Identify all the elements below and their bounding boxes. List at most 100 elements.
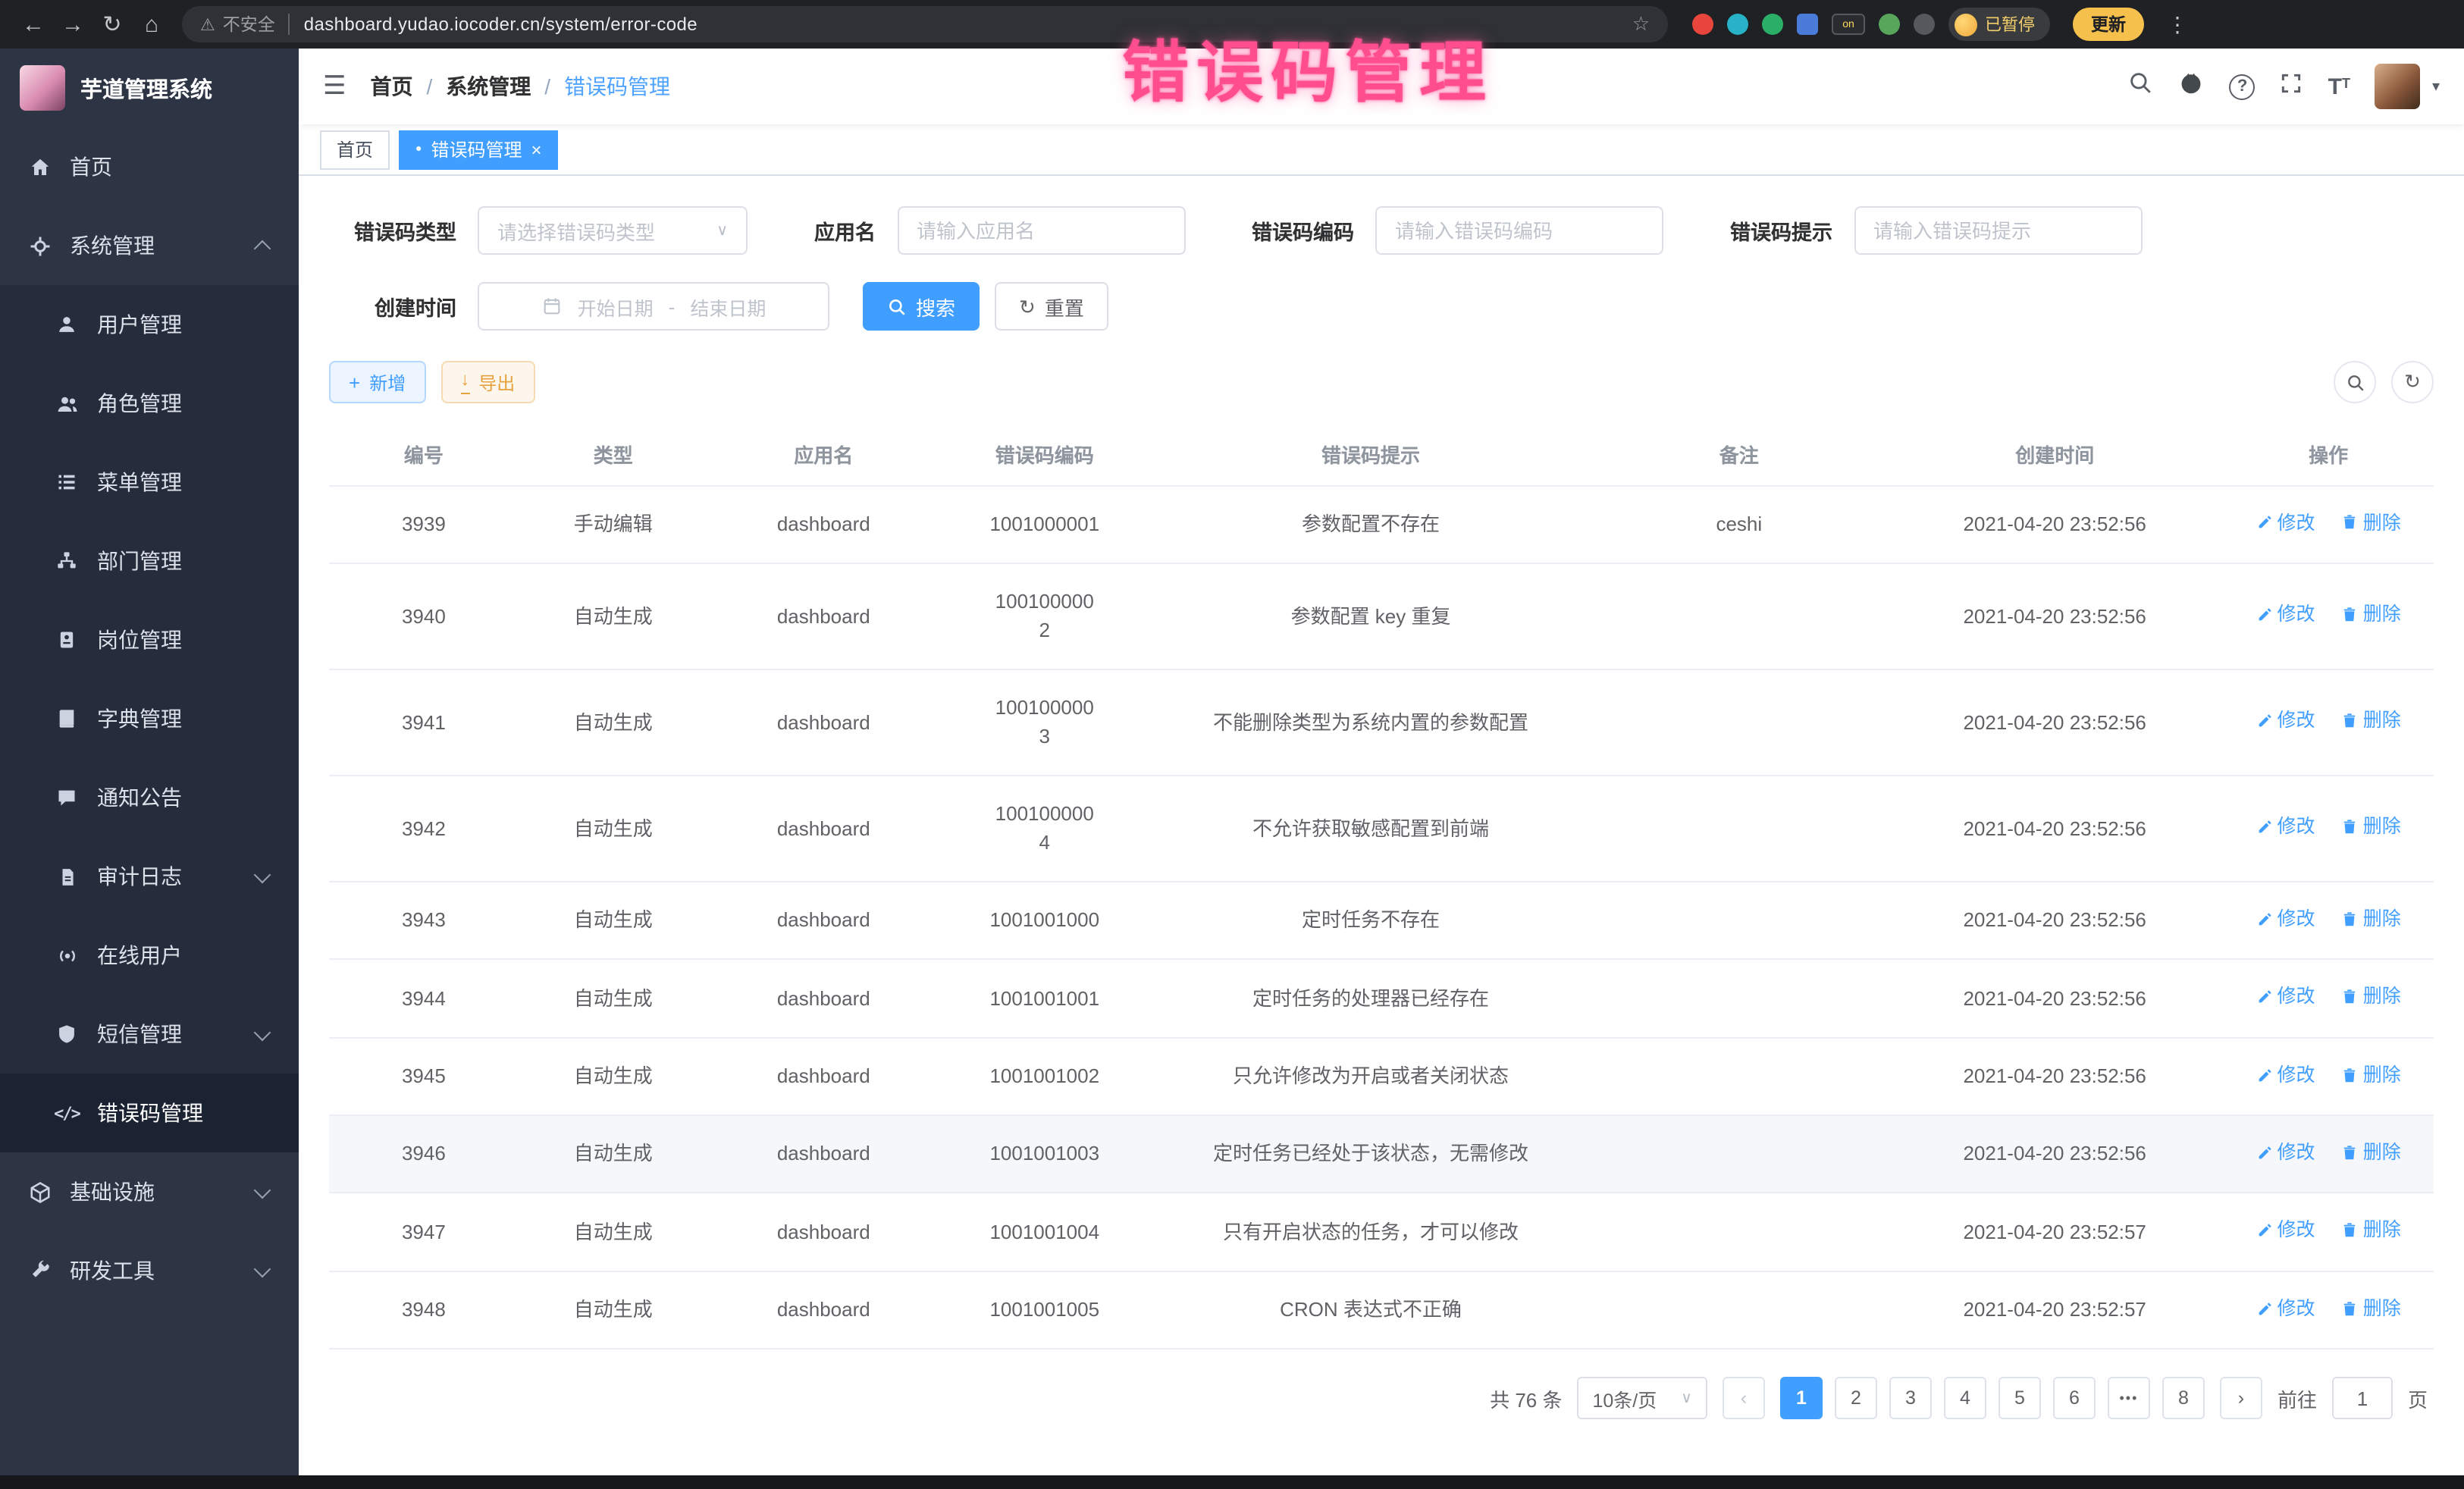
error-hint-input[interactable]: [1854, 206, 2142, 255]
caret-down-icon[interactable]: ▾: [2432, 78, 2440, 95]
edit-link[interactable]: 修改: [2256, 983, 2315, 1012]
export-button[interactable]: ↓ 导出: [440, 361, 534, 403]
extension-icon-puzzle[interactable]: [1914, 14, 1935, 35]
page-button[interactable]: 4: [1944, 1377, 1986, 1419]
book-icon: [55, 708, 79, 729]
extension-icon-teal-circle[interactable]: [1727, 14, 1748, 35]
edit-link[interactable]: 修改: [2256, 1217, 2315, 1246]
delete-link[interactable]: 删除: [2342, 1217, 2401, 1246]
close-icon[interactable]: ×: [531, 140, 542, 158]
breadcrumb-home[interactable]: 首页: [371, 71, 413, 102]
sidebar-item-home[interactable]: 首页: [0, 127, 299, 206]
sidebar-item-system[interactable]: 系统管理: [0, 206, 299, 285]
update-button[interactable]: 更新: [2073, 8, 2144, 41]
refresh-table-icon[interactable]: ↻: [2391, 361, 2434, 403]
extension-icon-blue-grid[interactable]: [1797, 14, 1818, 35]
delete-link[interactable]: 删除: [2342, 813, 2401, 842]
next-page-button[interactable]: ›: [2220, 1377, 2262, 1419]
tab-home[interactable]: 首页: [320, 130, 390, 169]
download-icon: ↓: [460, 371, 469, 393]
error-code-icon: </>: [55, 1103, 79, 1123]
goto-page-input[interactable]: [2332, 1377, 2393, 1419]
cell-code: 1001000003: [939, 669, 1150, 776]
edit-link[interactable]: 修改: [2256, 600, 2315, 629]
sidebar-item-announcements[interactable]: 通知公告: [0, 758, 299, 837]
browser-home-icon[interactable]: ⌂: [133, 11, 170, 37]
page-button[interactable]: 5: [1998, 1377, 2041, 1419]
cell-msg: 定时任务不存在: [1150, 882, 1592, 960]
delete-link[interactable]: 删除: [2342, 983, 2401, 1012]
delete-link[interactable]: 删除: [2342, 905, 2401, 934]
sidebar-item-dev-tools[interactable]: 研发工具: [0, 1231, 299, 1310]
page-button[interactable]: 6: [2053, 1377, 2096, 1419]
gear-icon: [27, 234, 52, 257]
page-button[interactable]: •••: [2108, 1377, 2150, 1419]
page-button[interactable]: 1: [1780, 1377, 1823, 1419]
forward-icon[interactable]: →: [55, 11, 91, 37]
security-label[interactable]: 不安全: [223, 12, 275, 36]
sidebar-item-infrastructure[interactable]: 基础设施: [0, 1152, 299, 1231]
help-icon[interactable]: ?: [2230, 74, 2256, 99]
sidebar-item-dictionary[interactable]: 字典管理: [0, 679, 299, 758]
github-icon[interactable]: [2178, 69, 2205, 104]
delete-link[interactable]: 删除: [2342, 1139, 2401, 1168]
fullscreen-icon[interactable]: [2280, 71, 2304, 102]
sidebar-item-positions[interactable]: 岗位管理: [0, 600, 299, 679]
reload-icon[interactable]: ↻: [94, 11, 130, 38]
sidebar-toggle-icon[interactable]: ☰: [323, 71, 346, 102]
sidebar-item-users[interactable]: 用户管理: [0, 285, 299, 364]
breadcrumb-system[interactable]: 系统管理: [446, 71, 531, 102]
tab-error-code[interactable]: ● 错误码管理 ×: [399, 130, 559, 169]
delete-link[interactable]: 删除: [2342, 1295, 2401, 1324]
delete-link[interactable]: 删除: [2342, 1061, 2401, 1089]
extension-icon-red-circle[interactable]: [1692, 14, 1713, 35]
edit-link[interactable]: 修改: [2256, 813, 2315, 842]
edit-link[interactable]: 修改: [2256, 1061, 2315, 1089]
error-type-select[interactable]: 请选择错误码类型 ∨: [478, 206, 748, 255]
cell-app: dashboard: [708, 1037, 939, 1115]
tab-label: 错误码管理: [431, 136, 522, 162]
annotation-overlay-text: 错误码管理: [1122, 18, 1494, 115]
add-button[interactable]: + 新增: [329, 361, 425, 403]
sidebar-item-sms[interactable]: 短信管理: [0, 995, 299, 1074]
paused-badge: 已暂停: [1985, 12, 2035, 36]
extension-icon-green-leaf[interactable]: [1879, 14, 1900, 35]
delete-link[interactable]: 删除: [2342, 600, 2401, 629]
edit-link[interactable]: 修改: [2256, 905, 2315, 934]
sidebar-item-audit-log[interactable]: 审计日志: [0, 837, 299, 916]
search-button[interactable]: 搜索: [863, 282, 980, 331]
edit-link[interactable]: 修改: [2256, 1139, 2315, 1168]
sidebar-item-online-users[interactable]: 在线用户: [0, 916, 299, 995]
browser-menu-icon[interactable]: ⋮: [2167, 11, 2188, 37]
page-size-select[interactable]: 10条/页 ∨: [1578, 1377, 1707, 1419]
avatar[interactable]: [2375, 64, 2420, 109]
delete-link[interactable]: 删除: [2342, 707, 2401, 735]
edit-link[interactable]: 修改: [2256, 1295, 2315, 1324]
app-name-input[interactable]: [897, 206, 1185, 255]
sidebar-item-error-code[interactable]: </> 错误码管理: [0, 1074, 299, 1152]
extension-icon-green-circle[interactable]: [1762, 14, 1783, 35]
sidebar-item-menus[interactable]: 菜单管理: [0, 443, 299, 522]
delete-link[interactable]: 删除: [2342, 509, 2401, 538]
page-button[interactable]: 2: [1835, 1377, 1877, 1419]
error-code-input[interactable]: [1375, 206, 1663, 255]
extension-icon-on-switch[interactable]: on: [1832, 14, 1865, 35]
reset-button[interactable]: ↻ 重置: [995, 282, 1108, 331]
toggle-search-icon[interactable]: [2334, 361, 2376, 403]
profile-chip[interactable]: 已暂停: [1948, 8, 2050, 41]
edit-link[interactable]: 修改: [2256, 707, 2315, 735]
bookmark-star-icon[interactable]: ☆: [1632, 12, 1650, 36]
date-range-picker[interactable]: 开始日期 - 结束日期: [478, 282, 829, 331]
sidebar-item-roles[interactable]: 角色管理: [0, 364, 299, 443]
page-button[interactable]: 8: [2162, 1377, 2205, 1419]
search-icon[interactable]: [2128, 70, 2154, 103]
prev-page-button[interactable]: ‹: [1723, 1377, 1765, 1419]
back-icon[interactable]: ←: [15, 11, 52, 37]
cell-id: 3948: [329, 1271, 519, 1350]
page-button[interactable]: 3: [1889, 1377, 1932, 1419]
sidebar-item-label: 错误码管理: [97, 1098, 203, 1128]
cell-app: dashboard: [708, 485, 939, 563]
edit-link[interactable]: 修改: [2256, 509, 2315, 538]
sidebar-item-departments[interactable]: 部门管理: [0, 522, 299, 600]
font-size-icon[interactable]: TT: [2328, 75, 2350, 98]
